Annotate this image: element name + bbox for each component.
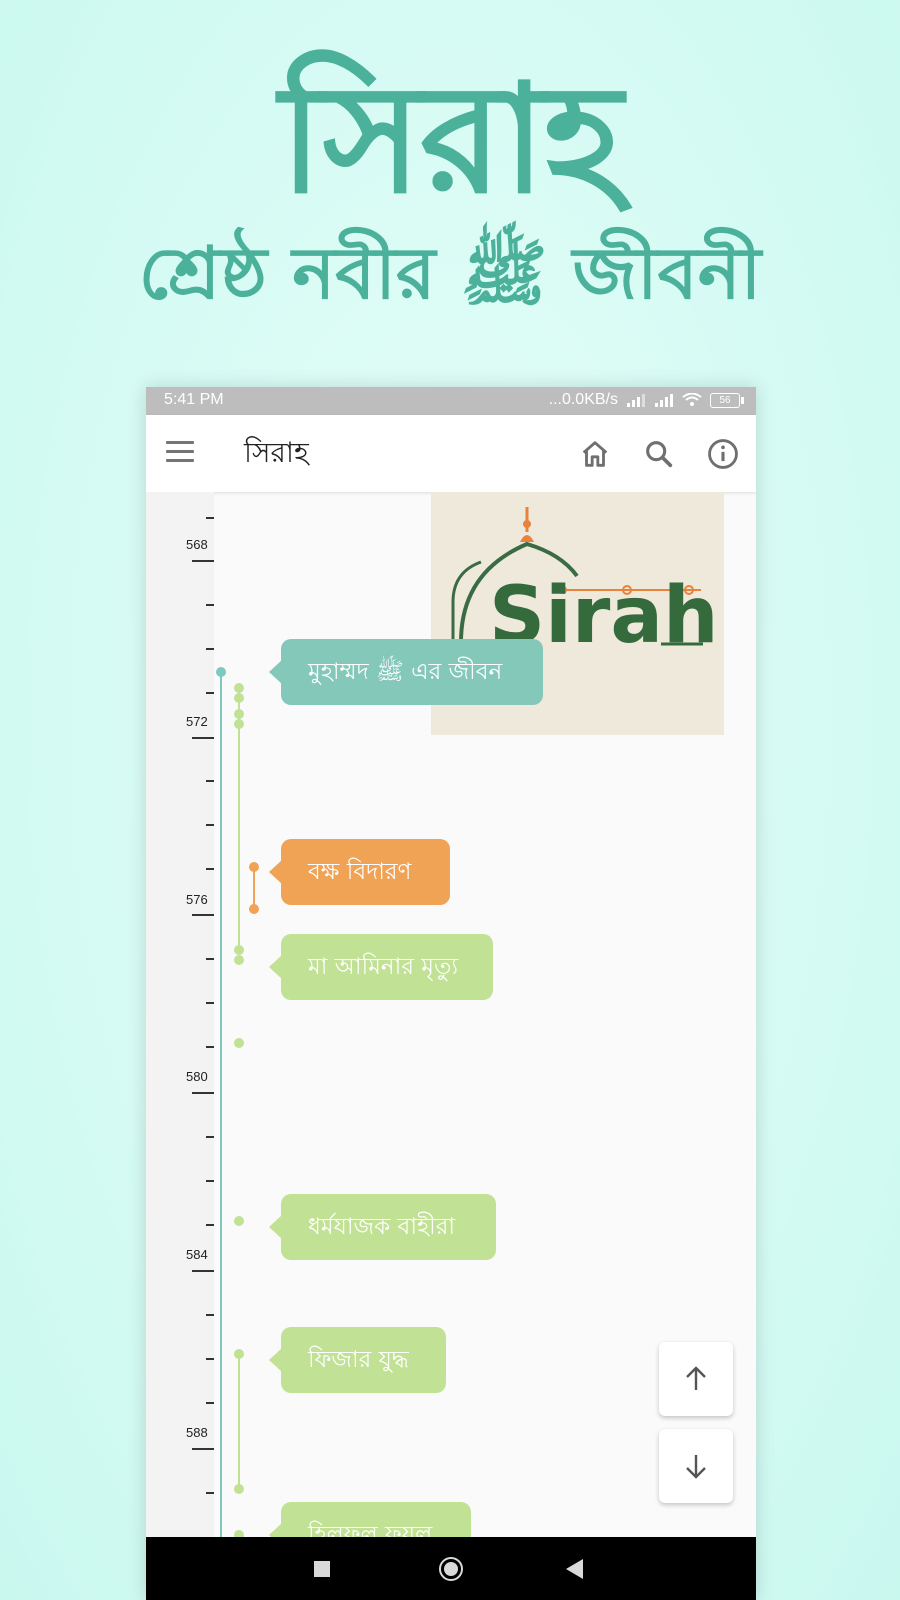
event-bubble-chest-opening[interactable]: বক্ষ বিদারণ [269, 839, 450, 905]
year-label: 576 [186, 892, 208, 907]
ruler-tick [206, 1224, 214, 1226]
timeline-dot [234, 1484, 244, 1494]
period-line [253, 867, 255, 909]
status-time: 5:41 PM [164, 391, 224, 408]
ruler-tick [206, 692, 214, 694]
timeline-dot [249, 862, 259, 872]
event-bubble-life-of-muhammad[interactable]: মুহাম্মদ ﷺ এর জীবন [269, 639, 543, 705]
home-button[interactable] [438, 1556, 464, 1582]
timeline-dot [234, 1530, 244, 1537]
ruler-tick [206, 1314, 214, 1316]
timeline-dot [234, 945, 244, 955]
ruler-tick [206, 604, 214, 606]
wifi-icon [682, 393, 702, 406]
year-label: 588 [186, 1425, 208, 1440]
search-icon[interactable] [642, 437, 676, 471]
ruler-tick [192, 1092, 214, 1094]
ruler-tick [206, 517, 214, 519]
ruler-tick [206, 1136, 214, 1138]
timeline-dot [234, 683, 244, 693]
promo-subtitle: শ্রেষ্ঠ নবীর ﷺ জীবনী [138, 231, 762, 315]
ruler-tick [206, 1358, 214, 1360]
home-icon[interactable] [578, 437, 612, 471]
scroll-down-button[interactable] [659, 1429, 733, 1503]
event-bubble-hilf-al-fudul[interactable]: হিলফুল ফুযুল [269, 1502, 471, 1537]
year-ruler: 568 572 576 580 584 588 [146, 492, 214, 1537]
menu-icon[interactable] [166, 441, 194, 463]
timeline-dot [234, 1349, 244, 1359]
app-bar: সিরাহ [146, 415, 756, 492]
ruler-tick [192, 560, 214, 562]
back-button[interactable] [566, 1559, 584, 1579]
year-label: 572 [186, 714, 208, 729]
ruler-tick [206, 958, 214, 960]
scroll-up-button[interactable] [659, 1342, 733, 1416]
ruler-tick [192, 1270, 214, 1272]
event-bubble-death-of-amina[interactable]: মা আমিনার মৃত্যু [269, 934, 493, 1000]
ruler-tick [206, 648, 214, 650]
status-bar: 5:41 PM ...0.0KB/s 56 [146, 387, 756, 415]
battery-icon: 56 [710, 392, 744, 408]
ruler-tick [206, 780, 214, 782]
ruler-tick [206, 1002, 214, 1004]
ruler-tick [206, 1180, 214, 1182]
recents-button[interactable] [314, 1561, 330, 1577]
timeline-dot [234, 955, 244, 965]
year-label: 580 [186, 1069, 208, 1084]
ruler-tick [206, 824, 214, 826]
period-line [238, 1354, 240, 1489]
system-nav-bar [146, 1537, 756, 1600]
arrow-up-icon [686, 1366, 706, 1390]
ruler-tick [206, 1402, 214, 1404]
timeline-dot [234, 1216, 244, 1226]
timeline-dot [234, 1038, 244, 1048]
info-icon[interactable] [706, 437, 740, 471]
timeline-dot [216, 667, 226, 677]
ruler-tick [192, 737, 214, 739]
main-timeline-line [220, 672, 222, 1537]
timeline-dot [234, 709, 244, 719]
timeline-content[interactable]: 568 572 576 580 584 588 Sirah মুহাম্মদ ﷺ… [146, 492, 756, 1537]
timeline-dot [234, 693, 244, 703]
ruler-tick [206, 868, 214, 870]
timeline-dot [234, 719, 244, 729]
signal-icon [627, 394, 645, 407]
year-label: 584 [186, 1247, 208, 1262]
app-title: সিরাহ [244, 436, 309, 469]
ruler-tick [206, 1046, 214, 1048]
year-label: 568 [186, 537, 208, 552]
event-bubble-fijar-war[interactable]: ফিজার যুদ্ধ [269, 1327, 446, 1393]
arrow-down-icon [686, 1455, 706, 1479]
ruler-tick [192, 914, 214, 916]
phone-screen: 5:41 PM ...0.0KB/s 56 সিরাহ 568 572 576 … [146, 387, 756, 1600]
event-bubble-bahira[interactable]: ধর্মযাজক বাহীরা [269, 1194, 496, 1260]
signal-icon-2 [655, 394, 673, 407]
promo-title: সিরাহ [279, 53, 623, 227]
ruler-tick [206, 1492, 214, 1494]
timeline-dot [249, 904, 259, 914]
status-icons: ...0.0KB/s 56 [548, 391, 744, 409]
ruler-tick [192, 1448, 214, 1450]
network-speed: ...0.0KB/s [548, 391, 618, 408]
